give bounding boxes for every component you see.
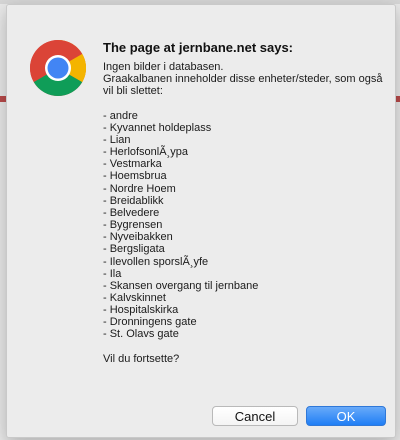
- ok-button[interactable]: OK: [306, 406, 386, 426]
- dialog-message: Ingen bilder i databasen. Graakalbanen i…: [103, 61, 383, 365]
- chrome-icon: [29, 39, 87, 97]
- dialog-title: The page at jernbane.net says:: [103, 40, 294, 55]
- cancel-button[interactable]: Cancel: [212, 406, 298, 426]
- javascript-confirm-dialog: The page at jernbane.net says: Ingen bil…: [6, 4, 396, 438]
